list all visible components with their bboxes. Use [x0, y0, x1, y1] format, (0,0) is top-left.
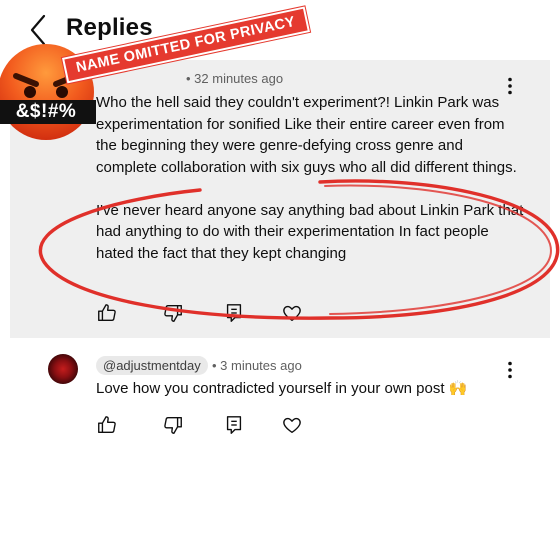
reply-actions [96, 414, 316, 438]
page-title: Replies [66, 14, 153, 41]
like-button[interactable] [96, 302, 118, 324]
like-icon [98, 304, 116, 322]
reply-button[interactable] [223, 414, 245, 436]
reply-body: Love how you contradicted yourself in yo… [96, 380, 468, 397]
heart-icon [283, 417, 301, 434]
heart-button[interactable] [281, 414, 303, 436]
reply-time: • 3 minutes ago [212, 358, 302, 373]
reply-icon [226, 304, 242, 322]
comment-paragraph: I've never heard anyone say anything bad… [96, 201, 524, 262]
censored-symbols: &$!#% [15, 101, 77, 122]
heart-button[interactable] [281, 302, 303, 324]
comment-body: Who the hell said they couldn't experime… [96, 92, 526, 264]
like-icon [98, 416, 116, 434]
comment-actions [96, 302, 316, 326]
comment-paragraph: Who the hell said they couldn't experime… [96, 94, 517, 176]
reply-more-options-button[interactable] [500, 360, 520, 380]
reply-icon [226, 416, 242, 434]
more-vert-icon [508, 361, 512, 379]
reply-button[interactable] [223, 302, 245, 324]
avatar[interactable] [48, 354, 78, 384]
dislike-button[interactable] [162, 414, 184, 436]
heart-icon [283, 305, 301, 322]
dislike-icon [164, 416, 182, 434]
like-button[interactable] [96, 414, 118, 436]
dislike-button[interactable] [162, 302, 184, 324]
comment-time: • 32 minutes ago [186, 71, 284, 86]
reply-author-handle[interactable]: @adjustmentday [96, 356, 208, 375]
dislike-icon [164, 304, 182, 322]
